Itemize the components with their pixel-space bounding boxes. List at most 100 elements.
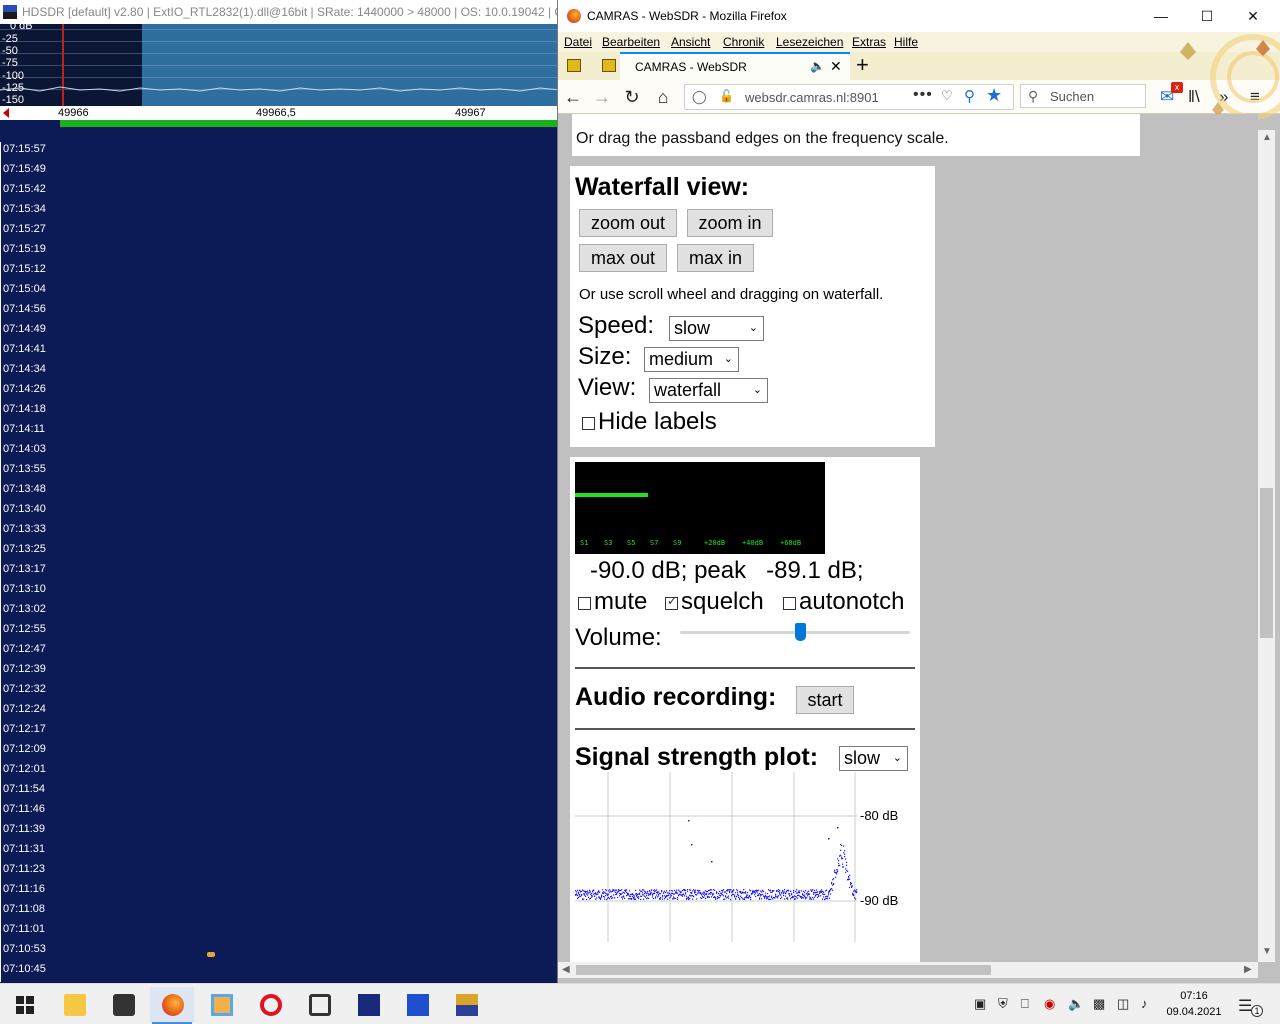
- page-actions-icon[interactable]: •••: [913, 86, 933, 104]
- volume-slider[interactable]: [680, 623, 910, 641]
- plot-point: [827, 898, 829, 900]
- taskbar-satellite[interactable]: [346, 987, 390, 1023]
- zoom-icon[interactable]: ⚲: [964, 87, 975, 105]
- network-device-icon[interactable]: ▣: [974, 996, 986, 1012]
- plot-point: [793, 890, 795, 892]
- network-icon[interactable]: ◫: [1117, 996, 1129, 1012]
- shield-tray-icon[interactable]: ⛨: [998, 996, 1008, 1012]
- menu-bearbeiten[interactable]: Bearbeiten: [602, 35, 660, 49]
- horizontal-scrollbar[interactable]: ◀ ▶: [558, 962, 1258, 978]
- start-button[interactable]: [2, 987, 46, 1023]
- max-in-button[interactable]: max in: [677, 244, 754, 272]
- vertical-scroll-thumb[interactable]: [1260, 488, 1273, 638]
- plot-point: [777, 897, 779, 899]
- menu-chronik[interactable]: Chronik: [723, 35, 764, 49]
- taskbar-waveform[interactable]: [395, 987, 439, 1023]
- menu-lesezeichen[interactable]: Lesezeichen: [776, 35, 843, 49]
- horizontal-scroll-thumb[interactable]: [576, 965, 991, 975]
- maximize-button[interactable]: ☐: [1184, 0, 1230, 32]
- speed-select[interactable]: slow ⌄: [669, 316, 764, 341]
- bookmark-star-icon[interactable]: ★: [986, 85, 1002, 106]
- mute-checkbox[interactable]: [578, 597, 591, 610]
- zoom-in-button[interactable]: zoom in: [687, 209, 773, 237]
- vertical-scrollbar[interactable]: ▲ ▼: [1258, 130, 1275, 962]
- volume-slider-thumb[interactable]: [795, 623, 806, 641]
- taskbar-store[interactable]: [101, 987, 145, 1023]
- plot-point: [730, 889, 732, 891]
- scroll-right-icon[interactable]: ▶: [1244, 964, 1252, 975]
- plot-point: [745, 891, 747, 893]
- autonotch-checkbox[interactable]: [783, 597, 796, 610]
- spectrum-display[interactable]: 0 dB -25 -50 -75 -100 -125 -150: [0, 24, 560, 106]
- menu-ansicht[interactable]: Ansicht: [671, 35, 710, 49]
- taskbar-app[interactable]: [297, 987, 341, 1023]
- autonotch-option[interactable]: autonotch: [783, 588, 904, 616]
- scroll-left-icon[interactable]: [3, 108, 9, 118]
- plot-point: [662, 898, 664, 900]
- bandwidth-bar[interactable]: [60, 120, 560, 127]
- plot-point: [687, 890, 689, 892]
- library-icon[interactable]: ‖\: [1188, 86, 1200, 108]
- taskbar-media-player[interactable]: [199, 987, 243, 1023]
- recording-start-button[interactable]: start: [796, 686, 854, 714]
- frequency-scale[interactable]: 49966 49966,5 49967: [0, 106, 560, 120]
- plot-point: [601, 896, 603, 898]
- waterfall-display[interactable]: [0, 127, 560, 983]
- pinned-tab[interactable]: [563, 56, 585, 76]
- new-tab-button[interactable]: +: [856, 53, 869, 77]
- plot-point: [630, 895, 632, 897]
- scroll-down-icon[interactable]: ▼: [1262, 946, 1272, 957]
- speaker-muted-icon[interactable]: 🔈: [1068, 996, 1084, 1012]
- squelch-option[interactable]: squelch: [665, 588, 764, 616]
- scroll-up-icon[interactable]: ▲: [1262, 132, 1272, 143]
- display-icon[interactable]: ▩: [1093, 996, 1105, 1012]
- security-tray-icon[interactable]: ◉: [1044, 996, 1055, 1012]
- page-viewport[interactable]: Or drag the passband edges on the freque…: [558, 114, 1258, 962]
- search-bar[interactable]: ⚲ Suchen: [1020, 84, 1146, 108]
- taskbar-hdsdr[interactable]: [444, 987, 488, 1023]
- insecure-lock-icon[interactable]: 🔓: [719, 89, 734, 103]
- taskbar-opera[interactable]: [248, 987, 292, 1023]
- plot-point: [833, 878, 835, 880]
- menu-datei[interactable]: Datei: [564, 35, 592, 49]
- taskbar-firefox[interactable]: [150, 987, 194, 1024]
- plot-point: [590, 897, 592, 899]
- minimize-button[interactable]: —: [1138, 0, 1184, 32]
- close-tab-icon[interactable]: ✕: [830, 58, 842, 75]
- volume-icon[interactable]: ♪: [1141, 996, 1148, 1011]
- hide-labels-checkbox[interactable]: [582, 417, 595, 430]
- menu-extras[interactable]: Extras: [852, 35, 886, 49]
- shield-icon[interactable]: ◯: [692, 89, 707, 105]
- squelch-checkbox[interactable]: [665, 594, 678, 610]
- firefox-icon: [567, 9, 581, 23]
- close-window-button[interactable]: ✕: [1230, 0, 1276, 32]
- tab-camras-websdr[interactable]: CAMRAS - WebSDR 🔈 ✕: [620, 52, 850, 80]
- speaker-icon[interactable]: 🔈: [810, 59, 825, 73]
- pocket-icon[interactable]: ♡: [941, 88, 953, 104]
- size-select[interactable]: medium ⌄: [644, 347, 739, 372]
- url-bar[interactable]: ◯ 🔓 websdr.camras.nl:8901 ••• ♡ ⚲ ★: [684, 84, 1014, 110]
- url-text[interactable]: websdr.camras.nl:8901: [745, 90, 879, 105]
- back-button[interactable]: ←: [562, 86, 584, 108]
- overflow-icon[interactable]: »: [1219, 86, 1228, 108]
- notification-icon[interactable]: ☰: [1238, 996, 1252, 1016]
- hamburger-menu-icon[interactable]: ≡: [1250, 86, 1260, 108]
- reload-button[interactable]: ↻: [621, 86, 643, 108]
- pinned-tab[interactable]: [598, 56, 620, 76]
- max-out-button[interactable]: max out: [579, 244, 667, 272]
- plot-speed-select[interactable]: slow ⌄: [839, 746, 908, 771]
- menu-hilfe[interactable]: Hilfe: [894, 35, 918, 49]
- usb-icon[interactable]: ⎕: [1021, 996, 1029, 1012]
- taskbar-clock[interactable]: 07:16 09.04.2021: [1165, 988, 1223, 1020]
- zoom-out-button[interactable]: zoom out: [579, 209, 677, 237]
- plot-point: [817, 891, 819, 893]
- forward-button[interactable]: →: [591, 86, 613, 108]
- taskbar-explorer[interactable]: [52, 987, 96, 1023]
- mute-option[interactable]: mute: [578, 588, 647, 616]
- scroll-left-icon[interactable]: ◀: [562, 964, 570, 975]
- freq-label: 49967: [455, 107, 486, 119]
- hide-labels-option[interactable]: Hide labels: [582, 408, 717, 436]
- view-select[interactable]: waterfall ⌄: [649, 378, 768, 403]
- timestamp-label: 07:15:12: [0, 262, 46, 282]
- home-button[interactable]: ⌂: [652, 86, 674, 108]
